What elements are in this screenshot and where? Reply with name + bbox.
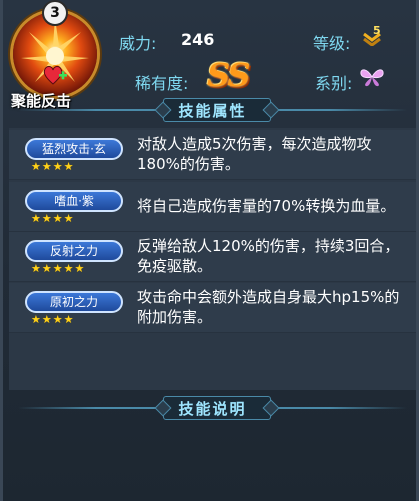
trait-name-pill[interactable]: 嗜血·紫 (25, 190, 123, 212)
trait-row: 嗜血·紫 ★★★★ 将自己造成伤害量的70%转换为血量。 (9, 182, 416, 232)
trait-name-pill[interactable]: 猛烈攻击·玄 (25, 138, 123, 160)
star-rating: ★★★★ (31, 313, 75, 326)
trait-row: 原初之力 ★★★★ 攻击命中会额外造成自身最大hp15%的附加伤害。 (9, 283, 416, 333)
description-section-header: 技能说明 (3, 396, 419, 420)
trait-name-pill[interactable]: 原初之力 (25, 291, 123, 313)
skill-detail-panel: 3 聚能反击 威力: 246 等级: 5 稀有度: SS 系别: 技能属性 猛烈… (0, 0, 419, 501)
trait-row: 反射之力 ★★★★★ 反弹给敌人120%的伤害，持续3回合，免疫驱散。 (9, 232, 416, 282)
power-label: 威力: (119, 34, 157, 53)
trait-description: 攻击命中会额外造成自身最大hp15%的附加伤害。 (137, 288, 400, 326)
trait-description: 反弹给敌人120%的伤害，持续3回合，免疫驱散。 (137, 237, 400, 275)
trait-description: 将自己造成伤害量的70%转换为血量。 (137, 197, 396, 215)
skill-level-badge: 3 (42, 0, 68, 26)
description-section-title: 技能说明 (178, 400, 247, 418)
grade-value: 5 (373, 24, 381, 37)
trait-name-pill[interactable]: 反射之力 (25, 240, 123, 262)
chevron-rank-icon: 5 (363, 24, 381, 46)
attributes-section-header: 技能属性 (3, 98, 419, 122)
rarity-value: SS (207, 56, 250, 94)
star-rating: ★★★★★ (31, 262, 86, 275)
trait-row: 猛烈攻击·玄 ★★★★ 对敌人造成5次伤害，每次造成物攻180%的伤害。 (9, 130, 416, 180)
power-value: 246 (181, 30, 215, 49)
grade-label: 等级: (313, 34, 351, 53)
butterfly-icon (360, 69, 384, 87)
heart-plus-icon (43, 66, 67, 85)
star-rating: ★★★★ (31, 212, 75, 225)
attributes-section-title: 技能属性 (178, 102, 247, 120)
trait-description: 对敌人造成5次伤害，每次造成物攻180%的伤害。 (137, 135, 372, 173)
rarity-label: 稀有度: (135, 74, 189, 93)
type-label: 系别: (315, 74, 353, 93)
star-rating: ★★★★ (31, 160, 75, 173)
